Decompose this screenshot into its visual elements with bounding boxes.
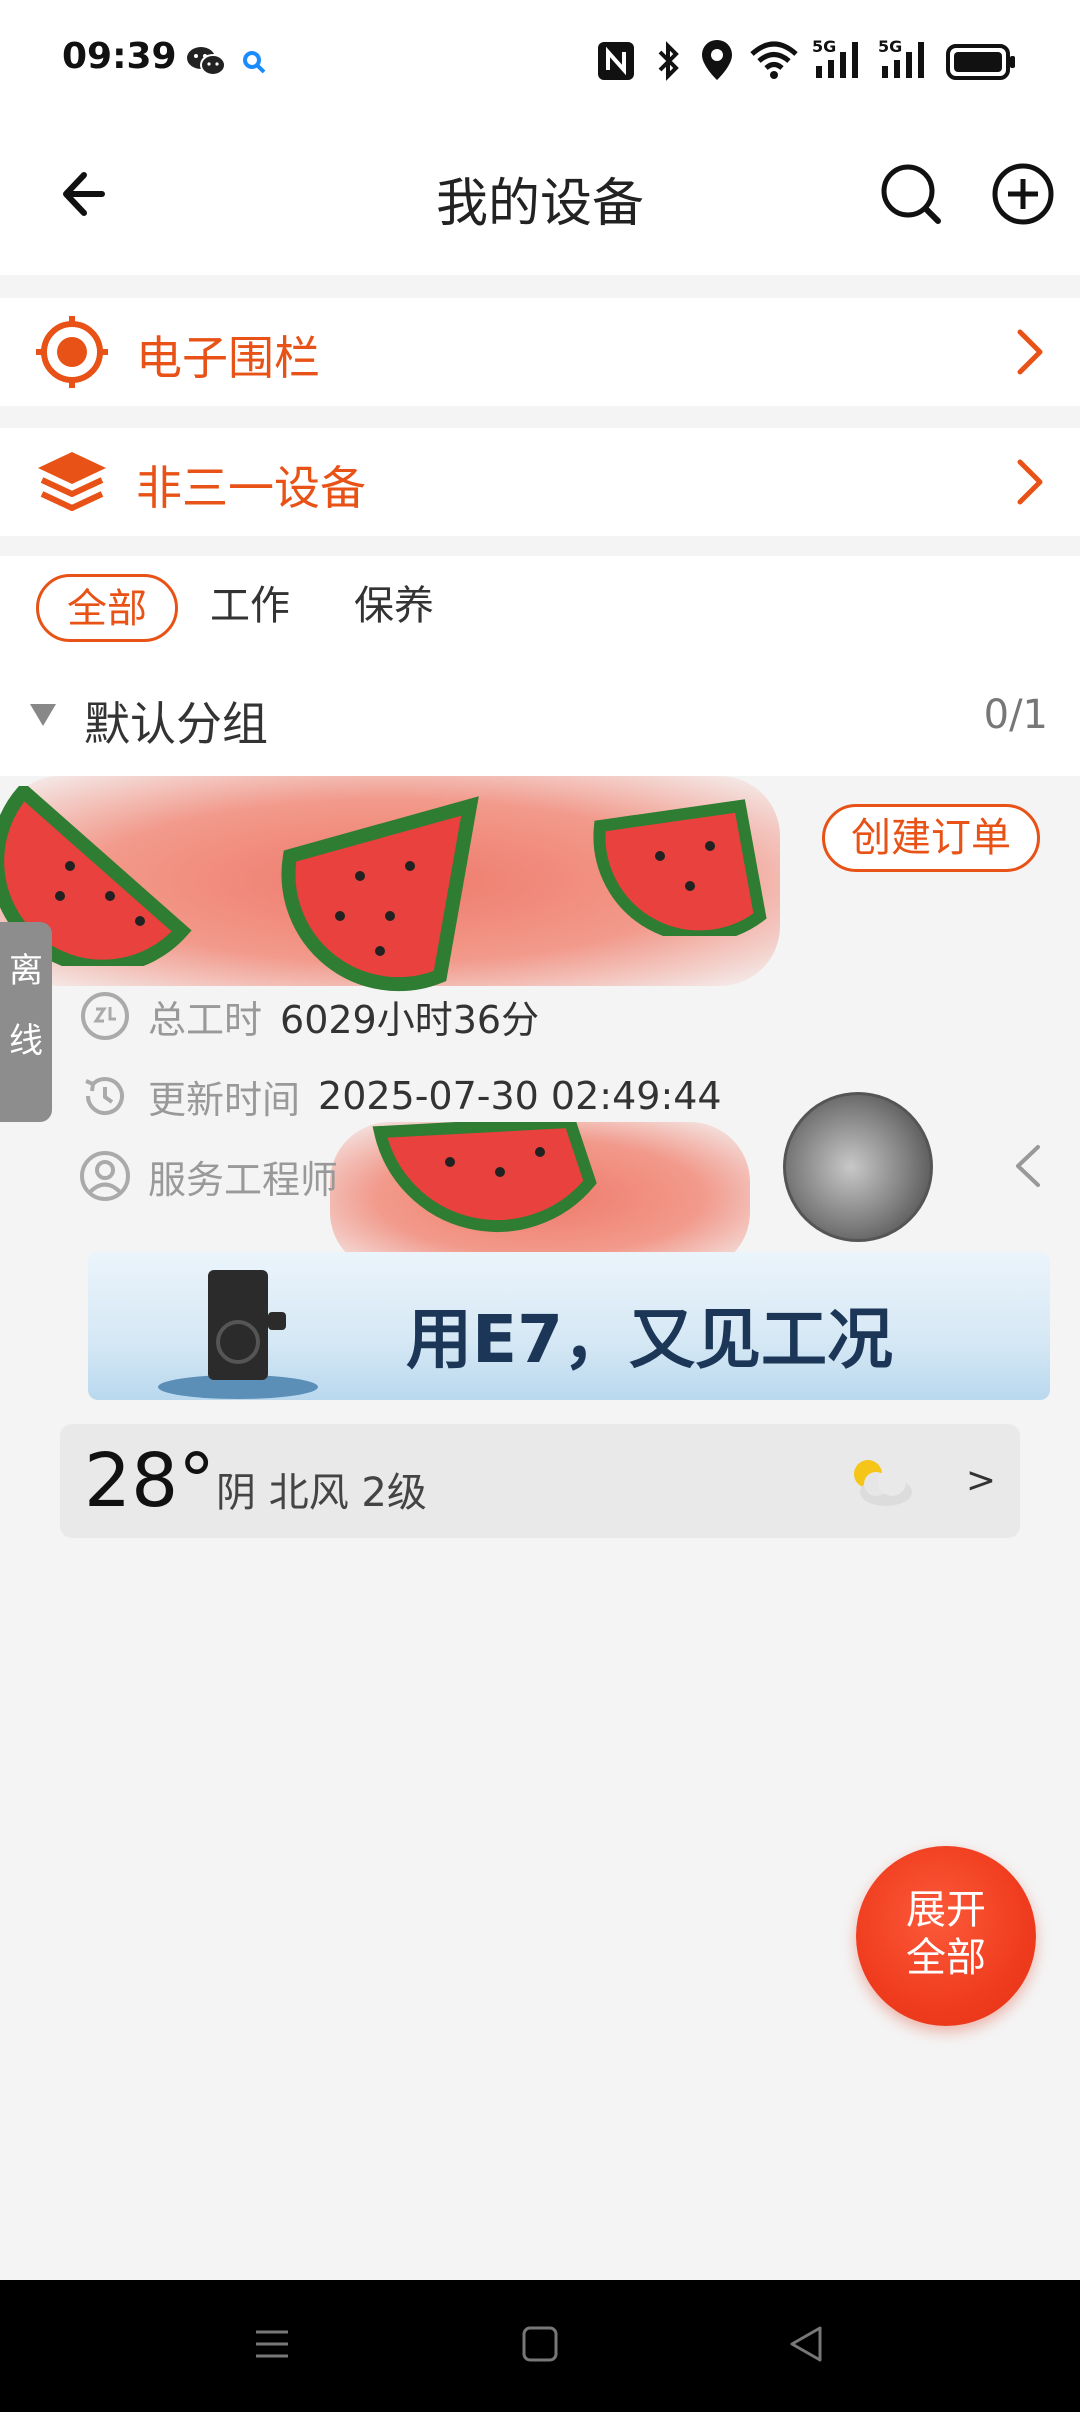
chevron-right-icon <box>1017 459 1043 505</box>
engineer-label: 服务工程师 <box>148 1157 339 1202</box>
layers-icon <box>38 452 106 511</box>
tab-working[interactable]: 工作 <box>210 574 290 642</box>
device-product-icon <box>158 1270 318 1399</box>
system-navigation-bar <box>0 2280 1080 2412</box>
total-hours-row: 总工时 6029小时36分 <box>78 986 539 1046</box>
chevron-right-icon <box>1017 329 1043 375</box>
signal-5g-icon: 5G <box>812 37 858 78</box>
weather-description: 阴 北风 2级 <box>216 1470 427 1516</box>
group-name: 默认分组 <box>84 697 268 751</box>
back-icon[interactable] <box>786 2324 826 2364</box>
svg-text:5G: 5G <box>878 37 902 56</box>
entry-label: 非三一设备 <box>136 461 366 515</box>
total-hours-label: 总工时 <box>148 997 263 1042</box>
offline-status-tag: 离线 <box>0 922 52 1122</box>
device-card[interactable]: 创建订单 离线 总工时 6029小时36分 更新时间 2025-07-30 02… <box>0 776 1080 1560</box>
menu-icon[interactable] <box>252 2324 292 2364</box>
engineer-row: 服务工程师 <box>78 1146 356 1206</box>
signal-5g-icon: 5G <box>878 37 924 78</box>
history-icon <box>85 1077 124 1116</box>
create-order-button[interactable]: 创建订单 <box>822 804 1040 872</box>
battery-icon <box>946 44 1015 80</box>
entry-non-sany-devices[interactable]: 非三一设备 <box>0 428 1080 536</box>
expand-all-label-line1: 展开 <box>906 1887 986 1933</box>
chevron-left-icon[interactable] <box>1010 1141 1046 1191</box>
wechat-icon <box>187 47 226 76</box>
device-avatar <box>783 1092 933 1242</box>
tab-all[interactable]: 全部 <box>36 574 178 642</box>
promo-banner-text: 用E7，又见工况 <box>406 1301 894 1378</box>
watermelon-sticker <box>281 796 479 992</box>
watermelon-sticker <box>372 1122 597 1232</box>
home-icon[interactable] <box>520 2324 560 2364</box>
entry-label: 电子围栏 <box>136 331 320 385</box>
offline-status-label: 离线 <box>9 951 43 1061</box>
nfc-icon <box>598 42 634 80</box>
target-icon <box>36 316 108 388</box>
cloudy-sun-icon <box>854 1460 912 1506</box>
weather-more-arrow: > <box>965 1460 996 1501</box>
total-hours-value: 6029小时36分 <box>280 997 540 1042</box>
search-notification-icon <box>243 51 266 74</box>
expand-all-button[interactable]: 展开 全部 <box>856 1846 1036 2026</box>
collapse-triangle-icon <box>30 704 56 726</box>
weather-temperature: 28° <box>84 1438 216 1524</box>
entry-electronic-fence[interactable]: 电子围栏 <box>0 298 1080 406</box>
update-time-label: 更新时间 <box>148 1077 301 1122</box>
clock-hours-icon <box>81 992 129 1040</box>
header-bar: 我的设备 <box>0 125 1080 275</box>
search-icon[interactable] <box>876 159 946 229</box>
filter-tabs: 全部 工作 保养 <box>0 556 1080 660</box>
update-time-value: 2025-07-30 02:49:44 <box>318 1074 722 1118</box>
weather-widget[interactable]: 28° 阴 北风 2级 > <box>60 1424 1020 1538</box>
expand-all-label-line2: 全部 <box>906 1935 986 1981</box>
group-count: 0/1 <box>983 692 1048 738</box>
person-icon <box>80 1151 130 1201</box>
svg-text:5G: 5G <box>812 37 836 56</box>
update-time-row: 更新时间 2025-07-30 02:49:44 <box>78 1066 722 1126</box>
location-icon <box>702 40 732 80</box>
status-time: 09:39 <box>62 36 177 77</box>
status-bar: 09:39 5G 5G <box>0 0 1080 125</box>
wifi-icon <box>750 41 798 79</box>
watermelon-sticker <box>593 799 767 936</box>
group-header[interactable]: 默认分组 0/1 <box>0 660 1080 776</box>
add-circle-icon[interactable] <box>988 159 1058 229</box>
bluetooth-icon <box>658 41 679 81</box>
tab-maintenance[interactable]: 保养 <box>354 574 434 642</box>
promo-banner[interactable]: 用E7，又见工况 <box>88 1252 1050 1400</box>
